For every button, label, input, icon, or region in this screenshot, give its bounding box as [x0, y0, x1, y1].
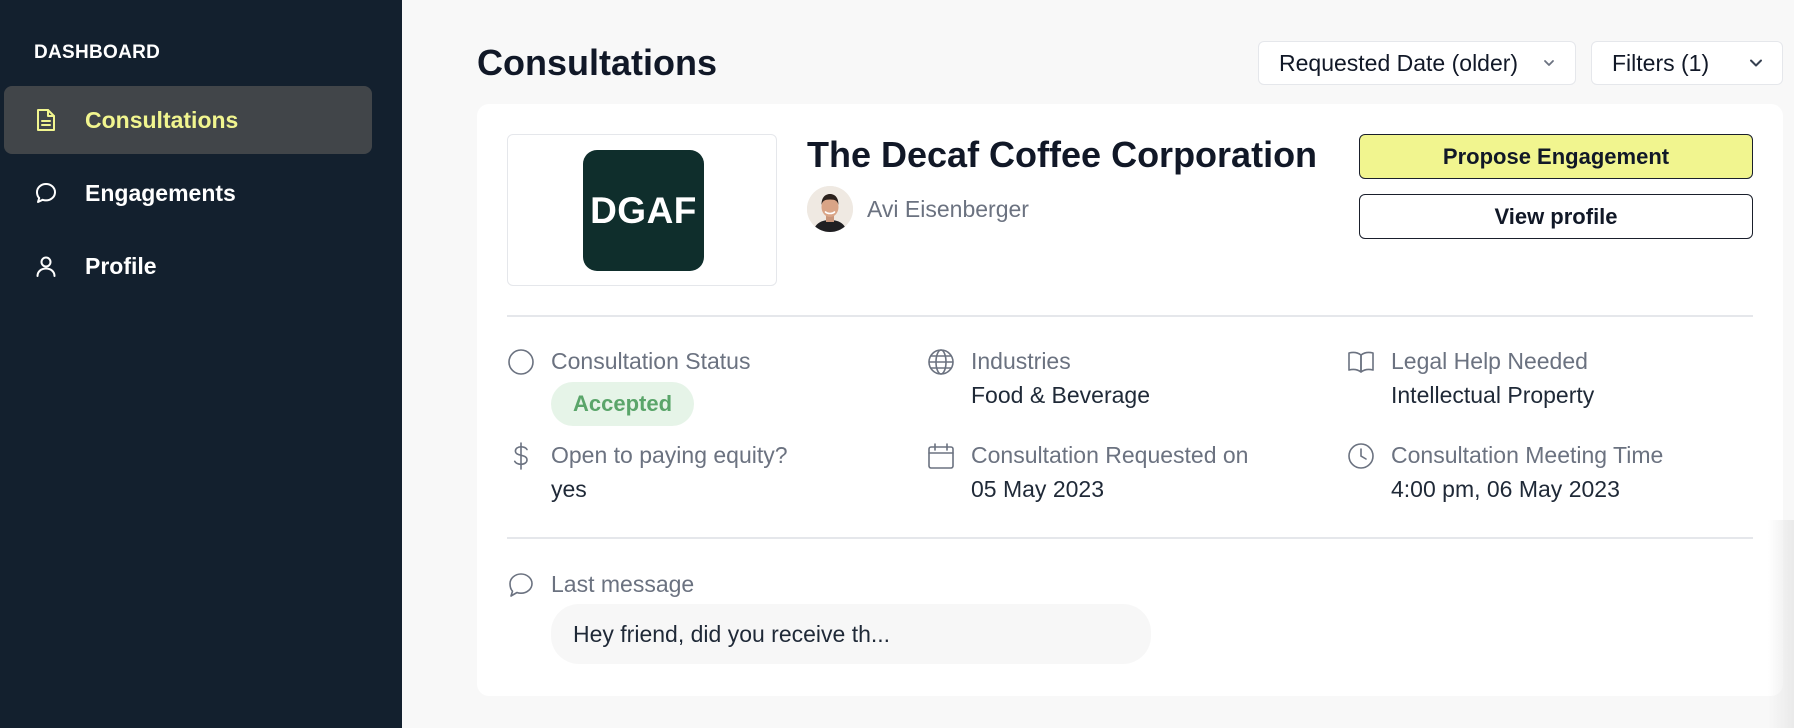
sort-dropdown[interactable]: Requested Date (older)	[1258, 41, 1576, 85]
field-label: Legal Help Needed	[1391, 348, 1588, 374]
company-logo: DGAF	[583, 150, 704, 271]
chevron-down-icon	[1750, 59, 1762, 67]
divider	[507, 537, 1753, 539]
sidebar-item-label: Profile	[85, 252, 157, 279]
circle-status-icon	[508, 349, 534, 375]
view-profile-button[interactable]: View profile	[1359, 194, 1753, 239]
field-label: Consultation Meeting Time	[1391, 442, 1664, 468]
status-badge: Accepted	[551, 382, 695, 426]
dollar-icon	[513, 442, 528, 470]
field-value: 05 May 2023	[971, 476, 1104, 502]
company-name: The Decaf Coffee Corporation	[807, 134, 1318, 175]
sidebar-item-label: Consultations	[85, 106, 239, 133]
propose-engagement-button[interactable]: Propose Engagement	[1359, 134, 1753, 179]
field-label: Last message	[551, 571, 695, 597]
globe-icon	[928, 349, 954, 375]
scroll-edge-shadow	[1768, 520, 1794, 728]
user-icon	[34, 254, 58, 278]
sidebar-item-engagements[interactable]: Engagements	[4, 159, 372, 227]
sort-dropdown-label: Requested Date (older)	[1279, 49, 1519, 76]
avatar	[807, 186, 853, 232]
field-value: Food & Beverage	[971, 382, 1151, 408]
field-value: Intellectual Property	[1391, 382, 1595, 408]
sidebar-item-label: Engagements	[85, 179, 236, 206]
field-label: Consultation Status	[551, 348, 751, 374]
sidebar-heading: DASHBOARD	[34, 42, 161, 63]
last-message-preview[interactable]: Hey friend, did you receive th...	[551, 604, 1151, 664]
chat-bubble-icon	[509, 573, 533, 597]
field-label: Industries	[971, 348, 1071, 374]
calendar-icon	[928, 443, 954, 469]
sidebar-item-consultations[interactable]: Consultations	[4, 86, 372, 154]
filters-dropdown[interactable]: Filters (1)	[1591, 41, 1783, 85]
field-value: 4:00 pm, 06 May 2023	[1391, 476, 1620, 502]
field-value: yes	[551, 476, 587, 502]
sidebar: DASHBOARD Consultations Engagements Prof…	[0, 0, 402, 728]
field-label: Consultation Requested on	[971, 442, 1249, 468]
chat-bubble-icon	[34, 181, 58, 205]
page-title: Consultations	[477, 42, 717, 83]
consultation-card: DGAF The Decaf Coffee Corporation Avi Ei…	[477, 104, 1783, 696]
chevron-down-icon	[1544, 60, 1554, 66]
clock-icon	[1348, 443, 1374, 469]
book-open-icon	[1348, 351, 1374, 373]
sidebar-item-profile[interactable]: Profile	[4, 232, 372, 300]
divider	[507, 315, 1753, 317]
filters-dropdown-label: Filters (1)	[1612, 49, 1710, 76]
document-icon	[34, 108, 58, 132]
contact-name: Avi Eisenberger	[867, 196, 1029, 222]
company-logo-frame: DGAF	[507, 134, 777, 286]
field-label: Open to paying equity?	[551, 442, 788, 468]
